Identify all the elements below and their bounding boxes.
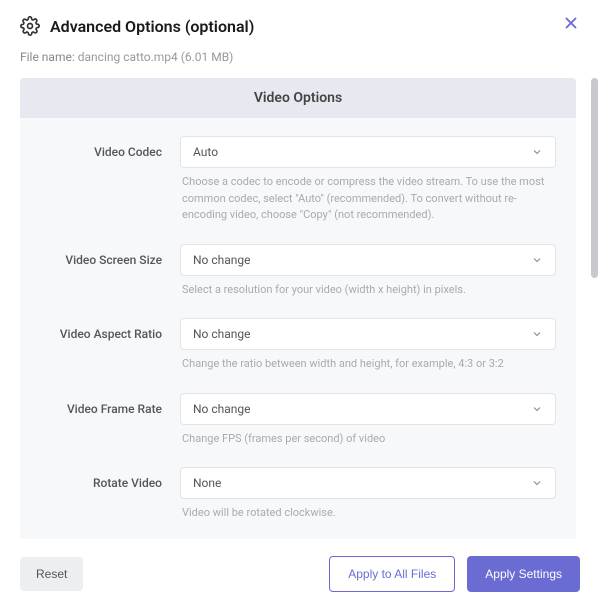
option-control: None Video will be rotated clockwise. [180,467,556,536]
rotate-video-select[interactable]: None [180,467,556,499]
option-label: Video Frame Rate [40,393,180,462]
file-name-label: File name: [20,50,75,64]
apply-settings-button[interactable]: Apply Settings [467,556,580,592]
chevron-down-icon [531,477,543,489]
help-text: Video will be rotated clockwise. [180,499,556,536]
option-video-codec: Video Codec Auto Choose a codec to encod… [40,136,556,238]
option-label: Video Aspect Ratio [40,318,180,387]
option-video-frame-rate: Video Frame Rate No change Change FPS (f… [40,393,556,462]
video-frame-rate-select[interactable]: No change [180,393,556,425]
chevron-down-icon [531,254,543,266]
help-text: Choose a codec to encode or compress the… [180,168,556,238]
apply-to-all-files-button[interactable]: Apply to All Files [329,556,455,592]
chevron-down-icon [531,328,543,340]
option-label: Video Codec [40,136,180,238]
option-control: No change Select a resolution for your v… [180,244,556,313]
help-text: Change the ratio between width and heigh… [180,350,556,387]
close-icon[interactable] [562,14,580,32]
scroll-area[interactable]: Video Options Video Codec Auto Choose a … [20,78,588,539]
help-text: Change FPS (frames per second) of video [180,425,556,462]
chevron-down-icon [531,146,543,158]
chevron-down-icon [531,403,543,415]
file-info: File name: dancing catto.mp4 (6.01 MB) [0,44,600,78]
option-label: Video Screen Size [40,244,180,313]
select-value: No change [193,253,251,267]
video-codec-select[interactable]: Auto [180,136,556,168]
help-text: Select a resolution for your video (widt… [180,276,556,313]
select-value: Auto [193,145,218,159]
video-screen-size-select[interactable]: No change [180,244,556,276]
option-control: No change Change the ratio between width… [180,318,556,387]
option-control: No change Change FPS (frames per second)… [180,393,556,462]
option-rotate-video: Rotate Video None Video will be rotated … [40,467,556,536]
dialog-title: Advanced Options (optional) [50,17,254,36]
option-control: Auto Choose a codec to encode or compres… [180,136,556,238]
option-label: Rotate Video [40,467,180,536]
option-video-screen-size: Video Screen Size No change Select a res… [40,244,556,313]
video-options-panel: Video Options Video Codec Auto Choose a … [20,78,576,539]
file-name-value: dancing catto.mp4 (6.01 MB) [78,50,234,64]
dialog-header: Advanced Options (optional) [0,0,600,44]
advanced-options-dialog: Advanced Options (optional) File name: d… [0,0,600,608]
select-value: None [193,476,221,490]
select-value: No change [193,327,251,341]
select-value: No change [193,402,251,416]
section-title: Video Options [20,78,576,118]
gear-icon [20,16,40,36]
dialog-footer: Reset Apply to All Files Apply Settings [0,539,600,608]
video-aspect-ratio-select[interactable]: No change [180,318,556,350]
content-wrapper: Video Options Video Codec Auto Choose a … [0,78,600,539]
options-body: Video Codec Auto Choose a codec to encod… [20,118,576,539]
option-video-aspect-ratio: Video Aspect Ratio No change Change the … [40,318,556,387]
reset-button[interactable]: Reset [20,557,83,591]
scrollbar-thumb[interactable] [591,78,598,278]
footer-right: Apply to All Files Apply Settings [329,556,580,592]
